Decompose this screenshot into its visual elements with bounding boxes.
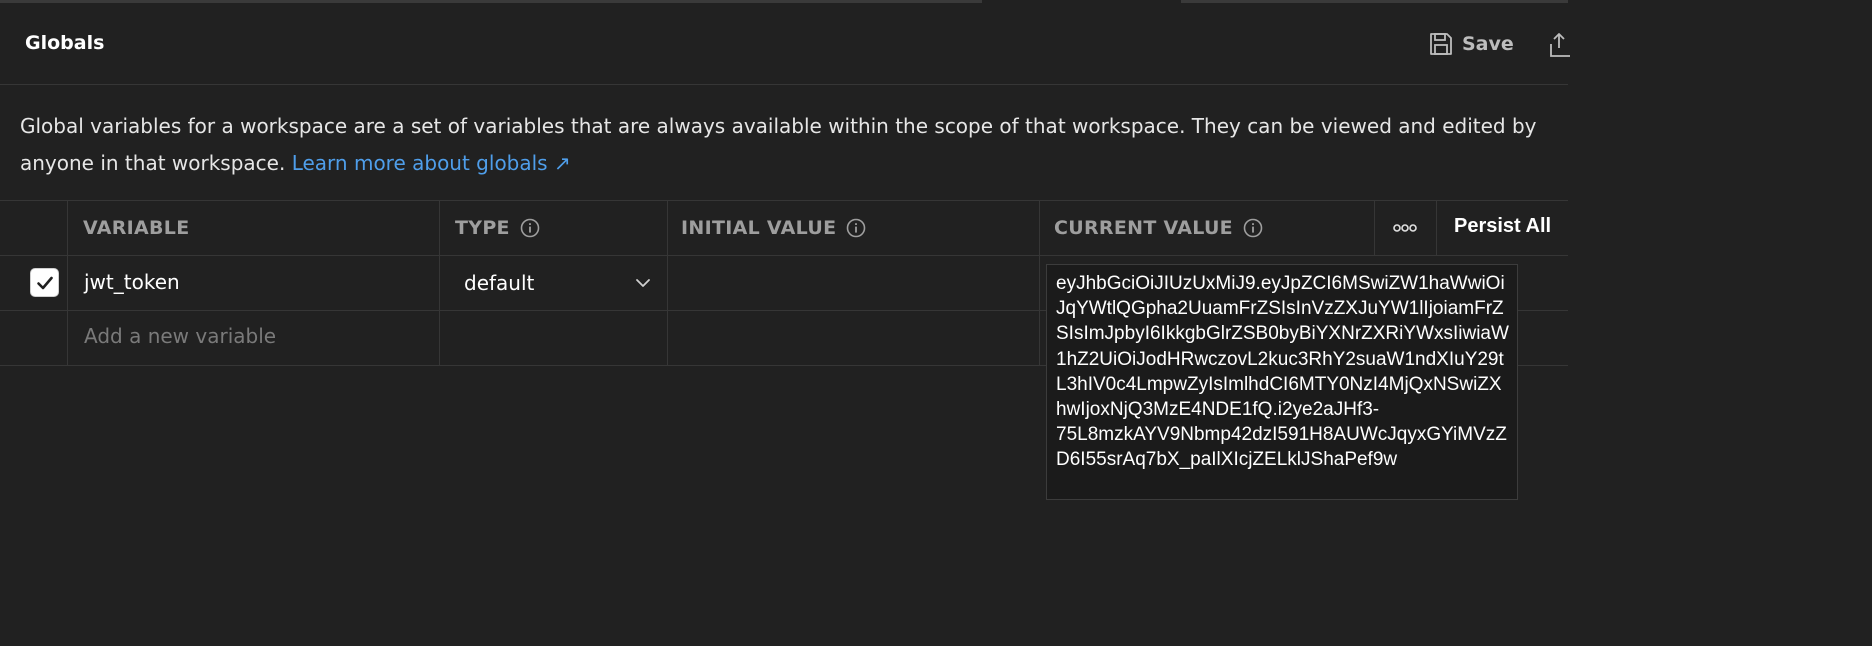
add-new-variable-input[interactable]: Add a new variable <box>84 324 276 348</box>
info-icon[interactable] <box>520 218 540 238</box>
column-header-variable: VARIABLE <box>83 201 190 255</box>
column-divider <box>67 200 68 366</box>
variable-name-field[interactable]: jwt_token <box>84 270 180 294</box>
variable-type-value: default <box>464 271 535 295</box>
column-header-type-label: TYPE <box>455 217 510 239</box>
floppy-disk-icon <box>1430 33 1452 55</box>
save-button-label: Save <box>1462 33 1514 55</box>
column-header-current-value-label: CURRENT VALUE <box>1054 217 1233 239</box>
initial-value-field[interactable] <box>682 265 1022 299</box>
column-divider <box>1436 200 1437 255</box>
share-upload-icon[interactable] <box>1548 31 1570 59</box>
column-header-type: TYPE <box>455 201 540 255</box>
page-header: Globals Save <box>0 3 1570 85</box>
save-button[interactable]: Save <box>1428 29 1514 59</box>
column-divider <box>1039 200 1040 366</box>
current-value-text: eyJhbGciOiJIUzUxMiJ9.eyJpZCI6MSwiZW1haWw… <box>1056 273 1509 471</box>
checkmark-icon <box>36 276 53 289</box>
column-header-current-value: CURRENT VALUE <box>1054 201 1263 255</box>
row-enabled-checkbox[interactable] <box>30 268 59 297</box>
page-title: Globals <box>25 32 105 54</box>
table-header-row: VARIABLE TYPE INITIAL VALUE CURRENT VALU… <box>0 200 1568 256</box>
column-header-initial-value-label: INITIAL VALUE <box>681 217 837 239</box>
column-divider <box>667 200 668 366</box>
info-icon[interactable] <box>846 218 866 238</box>
variable-type-select[interactable]: default <box>464 269 652 297</box>
globals-description: Global variables for a workspace are a s… <box>20 108 1600 182</box>
column-header-variable-label: VARIABLE <box>83 217 190 239</box>
info-icon[interactable] <box>1243 218 1263 238</box>
column-divider <box>439 200 440 366</box>
more-horizontal-icon[interactable] <box>1392 219 1418 237</box>
description-text: Global variables for a workspace are a s… <box>20 114 1537 175</box>
current-value-editor[interactable]: eyJhbGciOiJIUzUxMiJ9.eyJpZCI6MSwiZW1haWw… <box>1046 264 1518 500</box>
column-header-initial-value: INITIAL VALUE <box>681 201 866 255</box>
persist-all-button[interactable]: Persist All <box>1454 215 1551 238</box>
chevron-down-icon <box>636 279 650 287</box>
learn-more-link[interactable]: Learn more about globals ↗ <box>292 151 571 175</box>
column-divider <box>1374 200 1375 255</box>
